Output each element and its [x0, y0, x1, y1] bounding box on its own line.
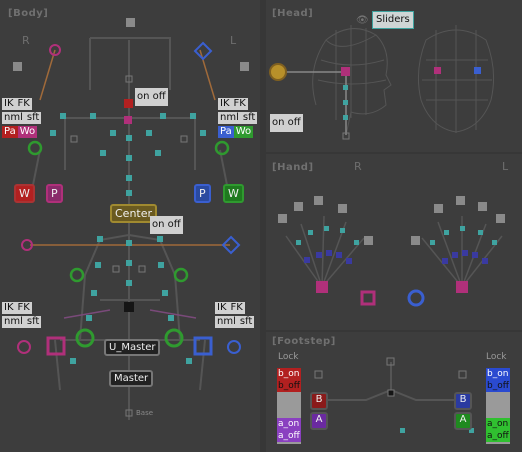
arm-l-fk-button[interactable]: FK [231, 98, 248, 110]
arm-l-nml-button[interactable]: nml [218, 112, 241, 124]
foot-r-a-button[interactable]: A [310, 412, 328, 430]
foot-r-b-button[interactable]: B [310, 392, 328, 410]
leg-l-nml-button[interactable]: nml [215, 316, 238, 328]
center-visibility-toggle[interactable]: on off [150, 216, 183, 234]
hips-node [124, 302, 134, 312]
arm-r-nml-button[interactable]: nml [2, 112, 25, 124]
picker-window: [Body] R L on off IK FK nml sft Pa Wo IK FK … [0, 0, 522, 452]
leg-l-fk-button[interactable]: FK [228, 302, 245, 314]
leg-r-fk-button[interactable]: FK [15, 302, 32, 314]
head-node [124, 99, 133, 108]
lock-l-column: b_on b_off a_on a_off [486, 368, 510, 444]
hand-right-label: R [354, 160, 362, 173]
arm-l-wo-button[interactable]: Wo [233, 126, 254, 138]
foot-l-a-button[interactable]: A [454, 412, 472, 430]
b-on-r-button[interactable]: b_on [277, 368, 301, 380]
footstep-section-title: [Footstep] [272, 336, 336, 347]
leg-r-ik-button[interactable]: IK [2, 302, 16, 314]
arm-l-switches: IK FK nml sft Pa Wo [218, 98, 260, 138]
a-on-r-button[interactable]: a_on [277, 418, 301, 430]
a-on-l-button[interactable]: a_on [486, 418, 510, 430]
u-master-button[interactable]: U_Master [104, 339, 161, 356]
a-off-r-button[interactable]: a_off [277, 430, 301, 442]
leg-r-nml-button[interactable]: nml [2, 316, 25, 328]
arm-l-sft-button[interactable]: sft [240, 112, 258, 124]
leg-l-switches: IK FK nml sft [215, 302, 255, 328]
hand-l-w-button[interactable]: W [223, 184, 244, 203]
leg-r-switches: IK FK nml sft [2, 302, 42, 328]
b-off-l-button[interactable]: b_off [486, 380, 510, 392]
leg-l-ik-button[interactable]: IK [215, 302, 229, 314]
lock-l-label: Lock [486, 352, 507, 362]
arm-r-ik-button[interactable]: IK [2, 98, 16, 110]
leg-l-sft-button[interactable]: sft [237, 316, 255, 328]
arm-l-ik-button[interactable]: IK [218, 98, 232, 110]
arm-r-pa-button[interactable]: Pa [2, 126, 18, 138]
left-side-label: L [230, 34, 237, 47]
foot-l-b-button[interactable]: B [454, 392, 472, 410]
hand-finger-controls [278, 196, 505, 307]
hand-l-p-button[interactable]: P [194, 184, 211, 203]
footstep-panel: [Footstep] Lock Lock b_on b_off a_on a_o… [266, 332, 522, 452]
arm-l-pa-button[interactable]: Pa [218, 126, 234, 138]
eye-icon[interactable]: 👁 [356, 15, 369, 26]
arm-r-fk-button[interactable]: FK [15, 98, 32, 110]
lock-r-column: b_on b_off a_on a_off [277, 368, 301, 444]
hand-section-title: [Hand] [272, 162, 314, 173]
b-on-l-button[interactable]: b_on [486, 368, 510, 380]
master-button[interactable]: Master [109, 370, 154, 387]
arm-r-switches: IK FK nml sft Pa Wo [2, 98, 44, 138]
head-panel: [Head] 👁 Sliders on off [266, 0, 522, 152]
hand-r-w-button[interactable]: W [14, 184, 35, 203]
base-label: Base [136, 409, 154, 417]
head-section-title: [Head] [272, 8, 314, 19]
hand-r-p-button[interactable]: P [46, 184, 63, 203]
body-section-title: [Body] [8, 8, 49, 19]
leg-r-sft-button[interactable]: sft [24, 316, 42, 328]
body-panel: [Body] R L on off IK FK nml sft Pa Wo IK FK … [0, 0, 260, 452]
a-off-l-button[interactable]: a_off [486, 430, 510, 442]
hand-panel: [Hand] R L [266, 154, 522, 330]
lock-r-label: Lock [278, 352, 299, 362]
right-side-label: R [22, 34, 30, 47]
arm-r-sft-button[interactable]: sft [24, 112, 42, 124]
b-off-r-button[interactable]: b_off [277, 380, 301, 392]
arm-r-wo-button[interactable]: Wo [17, 126, 38, 138]
hand-left-label: L [502, 160, 509, 173]
head-visibility-toggle[interactable]: on off [135, 88, 168, 106]
sliders-button[interactable]: Sliders [372, 11, 414, 29]
footstep-controls [296, 357, 474, 433]
head-onoff-toggle[interactable]: on off [270, 114, 303, 132]
